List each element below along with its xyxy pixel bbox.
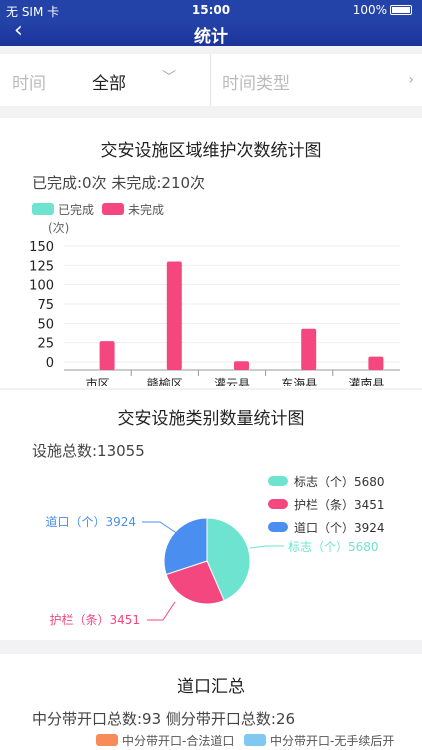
filter-divider [210, 54, 211, 106]
pie-callout-line [249, 545, 284, 549]
page-title: 统计 [194, 27, 228, 47]
region-maintenance-card: 交安设施区域维护次数统计图 已完成:0次 未完成:210次 已完成 未完成 (次… [0, 118, 422, 388]
crossing-title: 道口汇总 [177, 677, 245, 697]
nav-bar: ‹ 统计 [0, 18, 422, 47]
y-tick-label: 0 [46, 356, 54, 371]
facility-category-card: 交安设施类别数量统计图 设施总数:13055 标志（个）5680 护栏（条）345… [0, 390, 422, 640]
y-tick-label: 75 [37, 298, 54, 313]
pie-callout-label: 道口（个）3924 [45, 515, 136, 529]
bar [234, 361, 249, 370]
pie-legend-swatch [268, 522, 288, 532]
chevron-right-icon[interactable]: › [408, 72, 414, 88]
y-tick-label: 100 [29, 279, 54, 294]
time-filter-select[interactable]: 全部 [92, 69, 126, 94]
y-tick-label: 25 [37, 337, 54, 352]
bar-chart-unit: (次) [48, 221, 70, 235]
battery-icon [390, 5, 412, 15]
bar [99, 341, 115, 370]
legend-unapproved-label: 中分带开口-无手续后开 [270, 734, 395, 748]
pie-chart-summary: 设施总数:13055 [32, 442, 145, 460]
pie-legend-label: 道口（个）3924 [294, 521, 385, 535]
chevron-down-icon[interactable]: ﹀ [162, 67, 176, 87]
legend-undone-swatch [102, 203, 124, 215]
x-tick-label: 赣榆区 [147, 376, 183, 386]
legend-done-swatch [32, 203, 54, 215]
status-bar: 无 SIM 卡 15:00 100% [0, 0, 422, 20]
bar [166, 261, 182, 370]
x-tick-label: 东海县 [281, 376, 317, 386]
pie-legend-label: 标志（个）5680 [294, 475, 385, 489]
pie-chart: 标志（个）5680 护栏（条）3451 道口（个）3924 标志（个）5680 护栏（条… [45, 475, 385, 627]
legend-undone-label: 未完成 [128, 203, 165, 217]
legend-legal-swatch [96, 734, 118, 746]
pie-callout-label: 标志（个）5680 [288, 540, 379, 554]
bar-chart-title: 交安设施区域维护次数统计图 [100, 141, 322, 161]
x-tick-label: 灌云县 [214, 377, 250, 386]
x-tick-label: 市区 [86, 376, 110, 386]
y-tick-label: 150 [29, 240, 54, 255]
y-tick-label: 125 [29, 259, 54, 274]
battery-percent: 100% [352, 3, 387, 17]
x-tick-label: 灌南县 [348, 376, 384, 386]
pie-legend-swatch [268, 499, 288, 509]
legend-legal-label: 中分带开口-合法道口 [122, 734, 235, 748]
pie-legend-label: 护栏（条）3451 [294, 497, 385, 512]
pie-callout-label: 护栏（条）3451 [49, 612, 140, 627]
pie-chart-title: 交安设施类别数量统计图 [117, 409, 305, 429]
pie-callout-line [142, 521, 179, 535]
bar [301, 328, 317, 370]
crossing-summary: 中分带开口总数:93 侧分带开口总数:26 [32, 710, 296, 728]
pie-callout-line [147, 601, 176, 621]
y-tick-label: 50 [37, 317, 54, 332]
legend-unapproved-swatch [244, 734, 266, 746]
time-filter-label: 时间 [12, 74, 46, 94]
bar-chart-summary: 已完成:0次 未完成:210次 [32, 174, 206, 192]
pie-legend-swatch [268, 476, 288, 486]
filter-bar: 时间 全部 ﹀ 时间类型 › [0, 54, 422, 106]
battery-status: 100% [353, 3, 412, 17]
legend-done-label: 已完成 [58, 203, 95, 217]
crossing-summary-card: 道口汇总 中分带开口总数:93 侧分带开口总数:26 中分带开口-合法道口 中分… [0, 654, 422, 750]
bar-chart: 0 25 50 75 100 125 150 市区 赣榆区 灌云县 东海县 灌南县 [29, 240, 400, 386]
bar [368, 356, 384, 370]
time-type-select[interactable]: 时间类型 [222, 69, 290, 94]
